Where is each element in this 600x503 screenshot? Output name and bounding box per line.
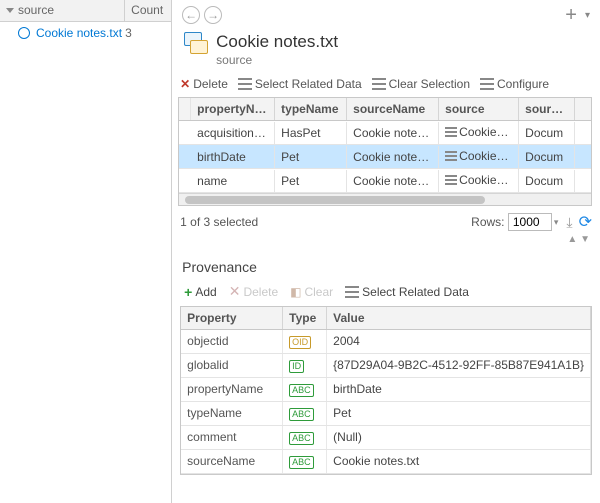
source-item-count: 3 <box>125 26 171 40</box>
type-text-icon: ABC <box>289 456 314 469</box>
provenance-grid: Property Type Value objectid OID 2004 gl… <box>180 306 592 475</box>
type-oid-icon: OID <box>289 336 311 349</box>
table-row[interactable]: birthDate Pet Cookie notes… Cookie… Docu… <box>179 145 591 169</box>
col-propertyname[interactable]: propertyName▲ <box>191 98 275 120</box>
prov-select-related-button[interactable]: Select Related Data <box>345 285 469 299</box>
grid-header-row: propertyName▲ typeName sourceName source… <box>179 98 591 121</box>
count-column-header[interactable]: Count <box>125 0 171 21</box>
type-globalid-icon: ID <box>289 360 304 373</box>
grid-icon <box>480 78 494 90</box>
source-item-label: Cookie notes.txt <box>36 26 125 40</box>
prov-header-row: Property Type Value <box>181 307 591 330</box>
prov-delete-button: ✕Delete <box>229 283 278 300</box>
source-link-cell[interactable]: Cookie… <box>439 145 519 168</box>
prov-row[interactable]: comment ABC (Null) <box>181 426 591 450</box>
add-menu-chevron-icon[interactable]: ▾ <box>585 10 590 21</box>
add-button[interactable]: + <box>565 4 577 27</box>
grid-toolbar: ✕Delete Select Related Data Clear Select… <box>172 73 600 95</box>
prov-row[interactable]: typeName ABC Pet <box>181 402 591 426</box>
prov-row[interactable]: objectid OID 2004 <box>181 330 591 354</box>
col-typename[interactable]: typeName <box>275 98 347 120</box>
prov-col-type[interactable]: Type <box>283 307 327 329</box>
clear-selection-button[interactable]: Clear Selection <box>372 77 470 91</box>
provenance-title: Provenance <box>172 245 600 281</box>
list-icon <box>345 286 359 298</box>
delete-button[interactable]: ✕Delete <box>180 77 228 91</box>
prov-row[interactable]: globalid ID {87D29A04-9B2C-4512-92FF-85B… <box>181 354 591 378</box>
x-icon: ✕ <box>180 77 190 91</box>
col-sourcetype[interactable]: source▲ <box>519 98 575 120</box>
eraser-icon: ◧ <box>290 285 301 299</box>
details-panel: ← → + ▾ Cookie notes.txt source ✕Delete … <box>172 0 600 503</box>
type-text-icon: ABC <box>289 432 314 445</box>
records-grid: propertyName▲ typeName sourceName source… <box>178 97 592 206</box>
rows-dropdown-icon[interactable]: ▾ <box>554 217 559 228</box>
prov-row[interactable]: sourceName ABC Cookie notes.txt <box>181 450 591 474</box>
selection-status: 1 of 3 selected <box>180 215 258 229</box>
refresh-icon[interactable]: ⟳ <box>579 212 592 232</box>
horizontal-scrollbar[interactable] <box>179 193 591 205</box>
panel-collapse-toggle[interactable]: ▲ ▼ <box>172 234 600 245</box>
record-title: Cookie notes.txt <box>216 32 338 52</box>
document-icon <box>182 32 210 56</box>
table-link-icon <box>445 151 457 161</box>
list-icon <box>372 78 386 90</box>
col-sourcename[interactable]: sourceName <box>347 98 439 120</box>
prov-row[interactable]: propertyName ABC birthDate <box>181 378 591 402</box>
source-list-header: source Count <box>0 0 171 22</box>
prov-clear-button: ◧Clear <box>290 285 333 299</box>
table-link-icon <box>445 175 457 185</box>
prov-col-property[interactable]: Property <box>181 307 283 329</box>
select-related-button[interactable]: Select Related Data <box>238 77 362 91</box>
record-subtitle: source <box>216 53 338 67</box>
row-selector-header[interactable] <box>179 98 191 120</box>
back-button[interactable]: ← <box>182 6 200 24</box>
x-icon: ✕ <box>229 283 241 300</box>
source-link-cell[interactable]: Cookie… <box>439 121 519 144</box>
source-list-item[interactable]: Cookie notes.txt 3 <box>0 22 171 44</box>
forward-button[interactable]: → <box>204 6 222 24</box>
source-list-panel: source Count Cookie notes.txt 3 <box>0 0 172 503</box>
grid-statusbar: 1 of 3 selected Rows: ▾ ⤓ ⟳ <box>172 206 600 234</box>
rows-input[interactable] <box>508 213 552 231</box>
type-text-icon: ABC <box>289 384 314 397</box>
col-source[interactable]: source <box>439 98 519 120</box>
provenance-toolbar: +Add ✕Delete ◧Clear Select Related Data <box>172 281 600 306</box>
record-header: Cookie notes.txt source <box>172 30 600 73</box>
prov-col-value[interactable]: Value <box>327 307 591 329</box>
source-link-cell[interactable]: Cookie… <box>439 169 519 192</box>
table-row[interactable]: acquisitionD… HasPet Cookie notes… Cooki… <box>179 121 591 145</box>
nav-topbar: ← → + ▾ <box>172 0 600 30</box>
fade-overlay <box>172 473 600 503</box>
source-column-header[interactable]: source <box>0 0 125 21</box>
radio-icon[interactable] <box>18 27 30 39</box>
type-text-icon: ABC <box>289 408 314 421</box>
rows-label: Rows: <box>471 215 504 229</box>
list-icon <box>238 78 252 90</box>
expand-all-icon <box>6 8 14 13</box>
download-icon[interactable]: ⤓ <box>566 214 572 231</box>
prov-add-button[interactable]: +Add <box>184 284 217 300</box>
table-row[interactable]: name Pet Cookie notes… Cookie… Docum <box>179 169 591 193</box>
table-link-icon <box>445 127 457 137</box>
plus-icon: + <box>184 284 192 300</box>
configure-button[interactable]: Configure <box>480 77 549 91</box>
